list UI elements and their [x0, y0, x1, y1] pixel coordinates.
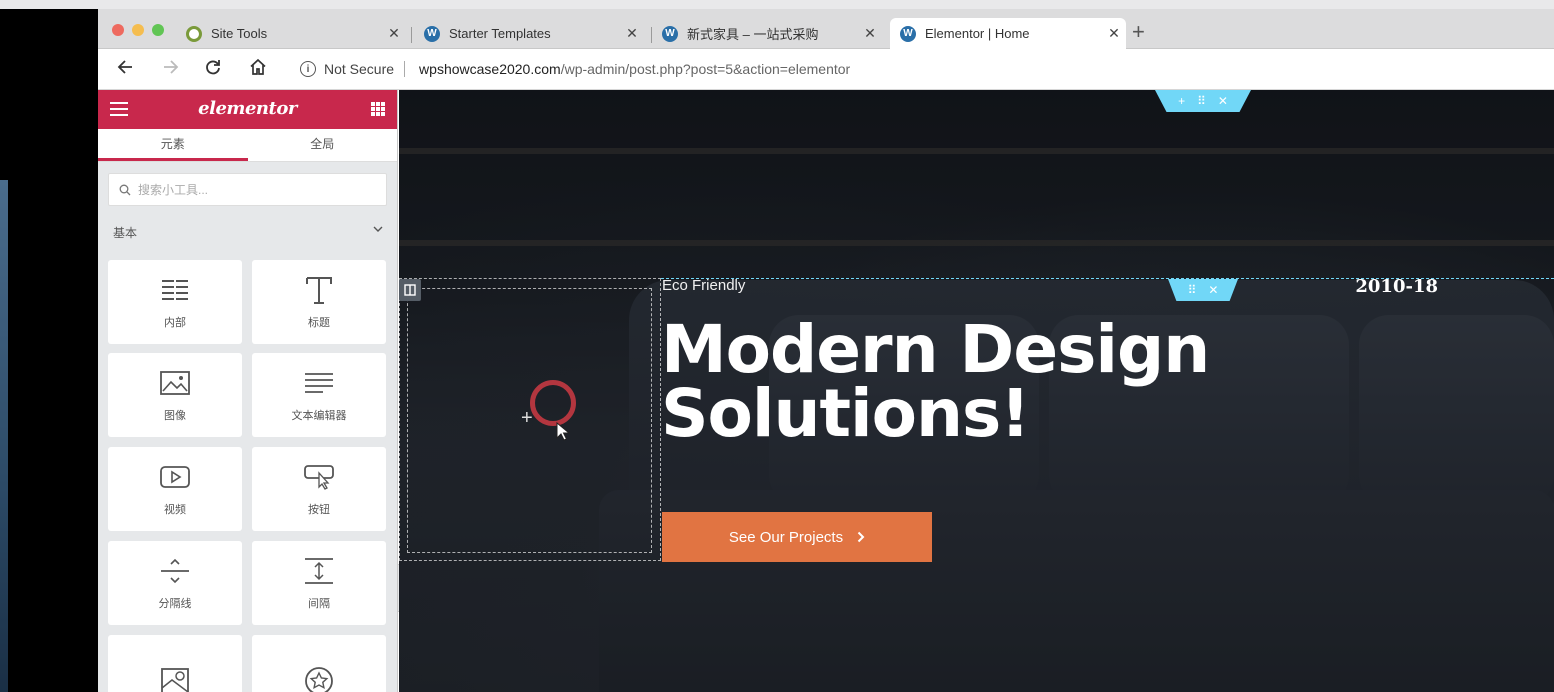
close-tab-icon[interactable]: ✕: [624, 25, 640, 42]
tab-elements[interactable]: 元素: [98, 129, 248, 161]
close-window-button[interactable]: [112, 24, 124, 36]
year-text[interactable]: 2010-18: [1355, 276, 1438, 297]
column-handle-icon[interactable]: [399, 279, 421, 301]
widget-heading[interactable]: 标题: [252, 260, 386, 344]
button-label: See Our Projects: [728, 528, 844, 546]
widget-icon[interactable]: [252, 635, 386, 692]
widget-divider[interactable]: 分隔线: [108, 541, 242, 625]
hero-heading-line: Modern Design: [661, 311, 1210, 388]
search-placeholder: 搜索小工具...: [138, 183, 209, 197]
spacer-icon: [303, 555, 335, 587]
widget-label: 内部: [164, 317, 186, 329]
wordpress-icon: W: [662, 25, 678, 42]
tab-furniture-store[interactable]: W 新式家具 – 一站式采购 ✕: [662, 18, 882, 49]
wordpress-icon: W: [900, 25, 916, 42]
new-tab-button[interactable]: +: [1132, 21, 1145, 43]
text-editor-icon: [303, 367, 335, 399]
add-widget-plus-icon[interactable]: +: [521, 408, 533, 428]
widget-button[interactable]: 按钮: [252, 447, 386, 531]
delete-section-icon[interactable]: ✕: [1208, 283, 1218, 297]
divider: [404, 61, 406, 77]
category-label: 基本: [113, 226, 138, 240]
info-icon[interactable]: i: [300, 61, 316, 77]
click-indicator: [530, 380, 576, 426]
tab-label: Site Tools: [211, 26, 268, 41]
close-tab-icon[interactable]: ✕: [386, 25, 402, 42]
widget-inner-section[interactable]: 内部: [108, 260, 242, 344]
back-icon[interactable]: [116, 57, 136, 82]
hero-heading-line: Solutions!: [661, 375, 1030, 452]
reload-icon[interactable]: [203, 57, 223, 82]
site-tools-favicon-icon: [186, 25, 202, 42]
close-tab-icon[interactable]: ✕: [862, 25, 878, 42]
elementor-panel: elementor 元素 全局 搜索小工具... 基本 内部 标题 图像 文本编…: [98, 90, 398, 692]
see-our-projects-button[interactable]: See Our Projects: [662, 512, 932, 562]
tab-separator: [411, 27, 412, 43]
close-tab-icon[interactable]: ✕: [1106, 25, 1122, 42]
widget-label: 文本编辑器: [291, 410, 347, 422]
desktop-wallpaper-edge: [0, 180, 8, 692]
delete-section-icon[interactable]: ✕: [1218, 94, 1228, 108]
tab-label: Starter Templates: [449, 26, 551, 41]
add-section-icon[interactable]: +: [1178, 94, 1185, 108]
apps-grid-icon[interactable]: [371, 102, 385, 116]
widget-label: 间隔: [308, 598, 330, 610]
widget-search-input[interactable]: 搜索小工具...: [108, 173, 387, 206]
browser-window: Site Tools ✕ W Starter Templates ✕ W 新式家…: [98, 9, 1554, 692]
hero-heading[interactable]: Modern Design Solutions!: [661, 311, 1210, 452]
inner-section-icon: [159, 274, 191, 306]
tab-elementor-home[interactable]: W Elementor | Home ✕: [890, 18, 1126, 49]
google-maps-icon: [159, 665, 191, 692]
desktop-menubar-edge: [0, 0, 1554, 9]
heading-icon: [303, 274, 335, 306]
search-icon: [119, 184, 131, 195]
eyebrow-text[interactable]: Eco Friendly: [662, 277, 745, 294]
inner-section-handle[interactable]: ⠿ ✕: [1168, 279, 1238, 301]
widget-google-maps[interactable]: [108, 635, 242, 692]
widget-text-editor[interactable]: 文本编辑器: [252, 353, 386, 437]
image-icon: [159, 367, 191, 399]
widget-label: 标题: [308, 317, 330, 329]
maximize-window-button[interactable]: [152, 24, 164, 36]
section-handle[interactable]: + ⠿ ✕: [1155, 90, 1251, 112]
url-path: /wp-admin/post.php?post=5&action=element…: [560, 61, 851, 77]
drag-handle-icon[interactable]: ⠿: [1188, 283, 1197, 297]
tab-starter-templates[interactable]: W Starter Templates ✕: [424, 18, 644, 49]
tab-separator: [651, 27, 652, 43]
button-icon: [303, 461, 335, 493]
url-host: wpshowcase2020.com: [419, 61, 561, 77]
widget-image[interactable]: 图像: [108, 353, 242, 437]
security-status: Not Secure: [324, 61, 395, 77]
tab-bar: Site Tools ✕ W Starter Templates ✕ W 新式家…: [98, 9, 1554, 49]
elementor-logo: elementor: [198, 98, 297, 119]
tab-label: Elementor | Home: [925, 26, 1030, 41]
drag-handle-icon[interactable]: ⠿: [1197, 94, 1206, 108]
minimize-window-button[interactable]: [132, 24, 144, 36]
address-bar: i Not Secure wpshowcase2020.com/wp-admin…: [98, 49, 1554, 90]
chevron-down-icon: [373, 226, 383, 232]
panel-tabs: 元素 全局: [98, 129, 397, 162]
star-icon: [303, 665, 335, 692]
tab-label: 新式家具 – 一站式采购: [687, 27, 819, 42]
home-icon[interactable]: [248, 57, 268, 82]
wordpress-icon: W: [424, 25, 440, 42]
widget-video[interactable]: 视频: [108, 447, 242, 531]
mouse-pointer-icon: [556, 422, 570, 441]
chevron-right-icon: [857, 531, 865, 543]
tab-site-tools[interactable]: Site Tools ✕: [186, 18, 406, 49]
url-field[interactable]: i Not Secure wpshowcase2020.com/wp-admin…: [286, 53, 1554, 85]
widget-label: 视频: [164, 504, 186, 516]
divider-icon: [159, 555, 191, 587]
tab-global[interactable]: 全局: [248, 129, 398, 161]
category-header-basic[interactable]: 基本: [113, 224, 383, 241]
widget-label: 分隔线: [158, 598, 192, 610]
desktop-background: [0, 0, 98, 692]
widget-label: 图像: [164, 410, 186, 422]
panel-header: elementor: [98, 90, 397, 129]
forward-icon[interactable]: [160, 57, 180, 82]
page-canvas: + ⠿ ✕ ⠿ ✕ Eco Friendly 2010-18 Modern De…: [399, 90, 1554, 692]
widget-label: 按钮: [308, 504, 330, 516]
widget-spacer[interactable]: 间隔: [252, 541, 386, 625]
video-icon: [159, 461, 191, 493]
